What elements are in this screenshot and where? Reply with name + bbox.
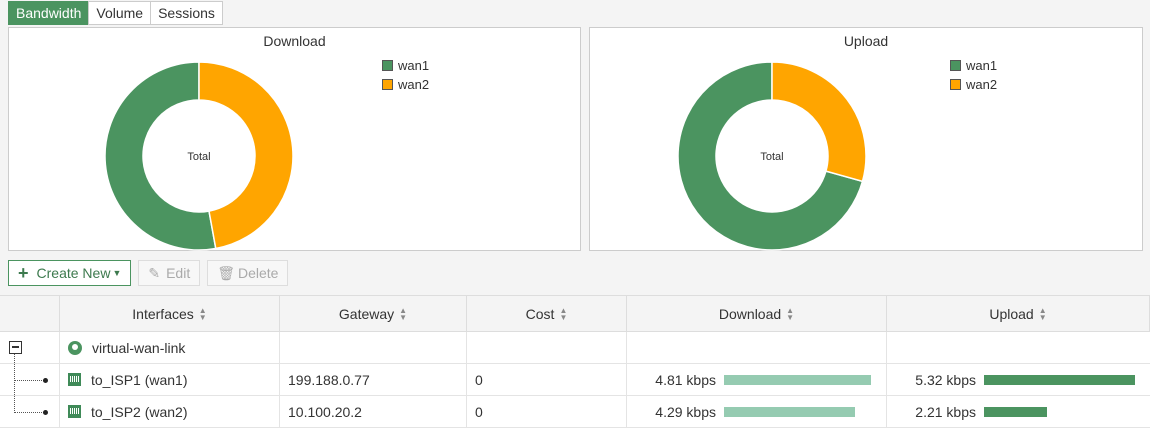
sort-icon[interactable]: ▲ ▼ [199,306,207,321]
create-new-button[interactable]: + Create New ▼ [8,260,132,286]
gateway-cell: 10.100.20.2 [280,396,467,427]
tree-connector-line [14,412,44,413]
cost-cell [467,332,627,363]
column-header-label: Interfaces [132,305,194,322]
column-header-interfaces[interactable]: Interfaces ▲ ▼ [60,296,280,331]
collapse-icon[interactable] [9,341,22,354]
download-value: 4.81 kbps [655,371,716,388]
upload-cell [887,332,1150,363]
toolbar: + Create New ▼ ✎ Edit 🗑 Delete [8,260,295,286]
tree-connector-line [14,380,15,413]
gateway-cell [280,332,467,363]
download-cell: 4.81 kbps [627,364,887,395]
download-bar [724,406,855,417]
download-bar [724,374,871,385]
column-header-download[interactable]: Download ▲ ▼ [627,296,887,331]
pencil-icon: ✎ [148,264,161,281]
tab-sessions[interactable]: Sessions [150,1,223,25]
donut-slice-wan2[interactable] [198,61,294,250]
sort-icon[interactable]: ▲ ▼ [559,306,567,321]
group-name: virtual-wan-link [92,339,186,356]
plus-icon: + [18,263,29,283]
column-header-label: Cost [525,305,555,322]
upload-bar [984,406,1047,417]
upload-cell: 2.21 kbps [887,396,1150,427]
upload-chart-title: Upload [843,33,889,49]
column-header-label: Upload [989,305,1034,322]
upload-chart-panel: Upload Total wan1 wan2 [589,27,1143,251]
column-header-gateway[interactable]: Gateway ▲ ▼ [280,296,467,331]
interface-name: to_ISP1 (wan1) [91,371,188,388]
legend-label-wan1: wan1 [398,58,430,73]
tree-connector-line [14,380,44,381]
donut-center-label: Total [760,151,783,163]
create-new-label: Create New [36,265,111,281]
tree-connector-line [14,354,15,381]
legend-item-wan1[interactable]: wan1 [950,56,997,75]
upload-cell: 5.32 kbps [887,364,1150,395]
download-cell: 4.29 kbps [627,396,887,427]
delete-label: Delete [238,265,279,281]
tree-node-dot [43,378,48,383]
upload-value: 5.32 kbps [915,371,976,388]
legend-swatch-wan2 [382,79,393,90]
sdwan-interfaces-table: Interfaces ▲ ▼ Gateway ▲ ▼ Cost ▲ ▼ Downloa… [0,295,1150,428]
download-donut-chart: Total [104,61,294,251]
caret-down-icon: ▼ [112,268,122,278]
table-row[interactable]: to_ISP2 (wan2) 10.100.20.2 0 4.29 kbps 2… [0,380,1150,428]
donut-center-label: Total [187,151,210,163]
upload-donut-chart: Total [677,61,867,251]
column-header-upload[interactable]: Upload ▲ ▼ [887,296,1150,331]
legend-label-wan2: wan2 [966,77,998,92]
upload-value: 2.21 kbps [915,403,976,420]
network-port-icon [68,405,81,418]
upload-bar [984,374,1135,385]
interface-cell: to_ISP2 (wan2) [60,396,280,427]
edit-button[interactable]: ✎ Edit [138,260,201,286]
column-header-label: Gateway [338,305,395,322]
download-value: 4.29 kbps [655,403,716,420]
legend-item-wan2[interactable]: wan2 [950,75,997,94]
sort-icon[interactable]: ▲ ▼ [399,306,407,321]
legend-label-wan1: wan1 [966,58,998,73]
tree-node-dot [43,410,48,415]
download-chart-panel: Download Total wan1 wan2 [8,27,581,251]
sort-icon[interactable]: ▲ ▼ [786,306,794,321]
view-tabs: Bandwidth Volume Sessions [8,1,223,25]
table-row[interactable]: to_ISP1 (wan1) 199.188.0.77 0 4.81 kbps … [0,354,1150,396]
tab-bandwidth[interactable]: Bandwidth [8,1,90,25]
table-header-row: Interfaces ▲ ▼ Gateway ▲ ▼ Cost ▲ ▼ Downloa… [0,296,1150,332]
interface-cell: virtual-wan-link [60,332,280,363]
download-legend: wan1 wan2 [382,56,429,94]
tree-cell [0,332,60,363]
upload-legend: wan1 wan2 [950,56,997,94]
legend-swatch-wan1 [950,60,961,71]
table-group-row[interactable]: virtual-wan-link [0,332,1150,364]
tab-volume[interactable]: Volume [88,1,152,25]
tree-cell [0,380,60,427]
tree-cell [0,354,60,395]
edit-label: Edit [166,265,191,281]
virtual-wan-link-icon [68,340,82,355]
column-header-cost[interactable]: Cost ▲ ▼ [467,296,627,331]
trash-icon: 🗑 [217,264,235,281]
legend-swatch-wan1 [382,60,393,71]
interface-name: to_ISP2 (wan2) [91,403,188,420]
sort-icon[interactable]: ▲ ▼ [1039,306,1047,321]
download-cell [627,332,887,363]
download-chart-title: Download [263,33,326,49]
legend-swatch-wan2 [950,79,961,90]
delete-button[interactable]: 🗑 Delete [207,260,289,286]
network-port-icon [68,373,81,386]
cost-cell: 0 [467,396,627,427]
legend-item-wan2[interactable]: wan2 [382,75,429,94]
legend-label-wan2: wan2 [398,77,430,92]
cost-cell: 0 [467,364,627,395]
donut-slice-wan2[interactable] [771,61,867,183]
interface-cell: to_ISP1 (wan1) [60,364,280,395]
tree-column-header [0,296,60,331]
gateway-cell: 199.188.0.77 [280,364,467,395]
column-header-label: Download [718,305,782,322]
legend-item-wan1[interactable]: wan1 [382,56,429,75]
